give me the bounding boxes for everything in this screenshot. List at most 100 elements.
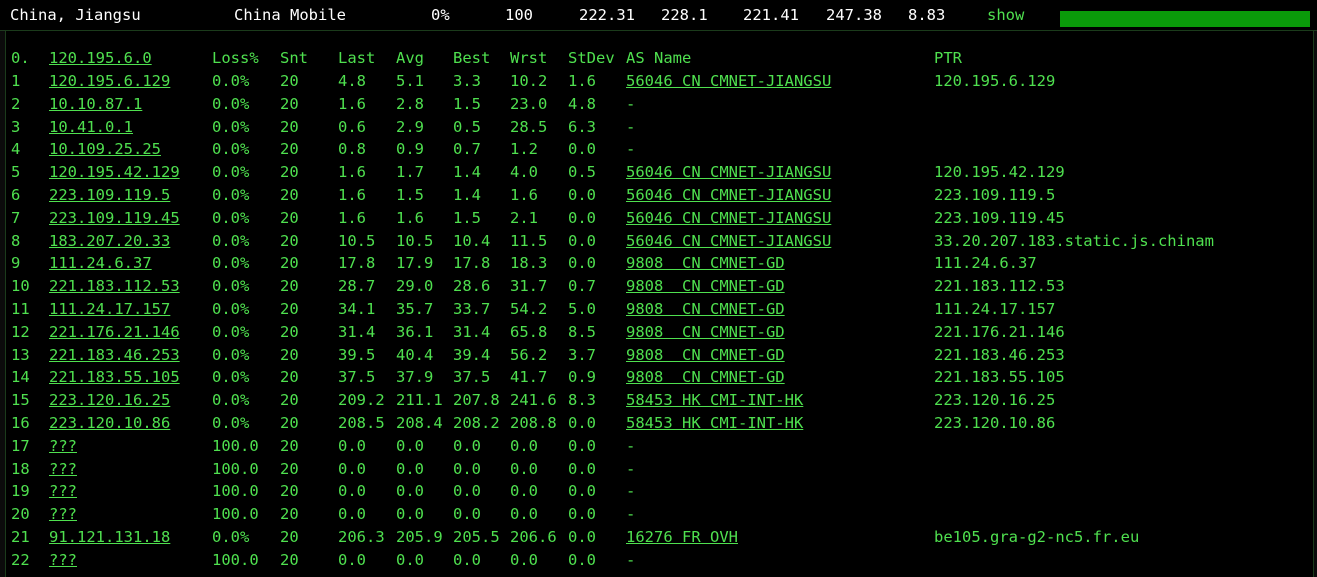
hop-index: 18 <box>11 459 30 478</box>
hop-as-name[interactable]: 56046 CN CMNET-JIANGSU <box>626 186 831 204</box>
loss-progress-bar <box>1060 11 1310 27</box>
hop-worst: 241.6 <box>510 391 557 410</box>
table-row: 9 111.24.6.37 0.0% 20 17.8 17.9 17.8 18.3 0.0 980… <box>6 252 1306 274</box>
hop-best: 0.0 <box>453 436 481 455</box>
hop-as-name[interactable]: 9808 CN CMNET-GD <box>626 346 785 364</box>
hop-sent: 20 <box>280 368 299 387</box>
hop-stdev: 0.0 <box>568 231 596 250</box>
hop-host-link[interactable]: ??? <box>49 460 77 478</box>
hop-sent: 20 <box>280 505 299 524</box>
hop-sent: 20 <box>280 231 299 250</box>
hop-sent: 20 <box>280 550 299 569</box>
summary-worst: 247.38 <box>826 6 882 24</box>
hop-loss: 0.0% <box>212 163 250 182</box>
hop-worst: 28.5 <box>510 117 548 136</box>
hop-as-name[interactable]: 9808 CN CMNET-GD <box>626 254 785 272</box>
hop-worst: 18.3 <box>510 254 548 273</box>
hop-host-link[interactable]: 120.195.42.129 <box>49 163 180 181</box>
hop-host-link[interactable]: 223.109.119.5 <box>49 186 170 204</box>
hop-stdev: 0.0 <box>568 186 596 204</box>
hop-host-link[interactable]: 221.183.55.105 <box>49 368 180 386</box>
hop-host-link[interactable]: 10.41.0.1 <box>49 118 133 136</box>
hop-last: 1.6 <box>338 94 366 113</box>
hop-stdev: 4.8 <box>568 94 596 113</box>
hop-host-link[interactable]: 111.24.17.157 <box>49 300 170 318</box>
hop-as-name[interactable]: 56046 CN CMNET-JIANGSU <box>626 209 831 227</box>
hop-best: 1.5 <box>453 94 481 113</box>
hop-best: 0.0 <box>453 505 481 524</box>
table-row: 5 120.195.42.129 0.0% 20 1.6 1.7 1.4 4.0 0.5 5604… <box>6 161 1306 183</box>
hop-loss: 100.0 <box>212 482 259 501</box>
hop-host-link[interactable]: ??? <box>49 505 77 523</box>
hop-loss: 0.0% <box>212 140 250 159</box>
hop-worst: 2.1 <box>510 208 538 227</box>
hop-host-link[interactable]: 223.109.119.45 <box>49 209 180 227</box>
summary-sent: 100 <box>505 6 533 24</box>
hop-as-name[interactable]: 56046 CN CMNET-JIANGSU <box>626 72 831 90</box>
hop-as-name[interactable]: 9808 CN CMNET-GD <box>626 368 785 386</box>
hop-last: 10.5 <box>338 231 376 250</box>
hop-host-link[interactable]: 223.120.10.86 <box>49 414 170 432</box>
header-target-host[interactable]: 120.195.6.0 <box>49 49 152 67</box>
hop-stdev: 0.0 <box>568 505 596 524</box>
hop-as-name[interactable]: 9808 CN CMNET-GD <box>626 323 785 341</box>
hop-last: 1.6 <box>338 208 366 227</box>
hop-worst: 11.5 <box>510 231 548 250</box>
hop-best: 205.5 <box>453 528 500 546</box>
hop-ptr: 120.195.42.129 <box>934 163 1065 182</box>
hop-index: 17 <box>11 436 30 455</box>
hop-sent: 20 <box>280 436 299 455</box>
hop-host-link[interactable]: 223.120.16.25 <box>49 391 170 409</box>
table-row: 11 111.24.17.157 0.0% 20 34.1 35.7 33.7 54.2 5.0… <box>6 298 1306 320</box>
hop-host-link[interactable]: 91.121.131.18 <box>49 528 170 546</box>
table-row: 10 221.183.112.53 0.0% 20 28.7 29.0 28.6 31.7 0.… <box>6 275 1306 297</box>
hop-sent: 20 <box>280 482 299 501</box>
hop-as-name[interactable]: 9808 CN CMNET-GD <box>626 277 785 295</box>
hop-as-name[interactable]: 56046 CN CMNET-JIANGSU <box>626 163 831 181</box>
hop-as-name[interactable]: 58453 HK CMI-INT-HK <box>626 414 803 432</box>
hop-last: 1.6 <box>338 163 366 182</box>
hop-as-name[interactable]: 58453 HK CMI-INT-HK <box>626 391 803 409</box>
header-stdev: StDev <box>568 49 615 67</box>
hop-host-link[interactable]: 221.183.112.53 <box>49 277 180 295</box>
hop-host-link[interactable]: ??? <box>49 482 77 500</box>
hop-avg: 0.0 <box>396 459 424 478</box>
table-row: 22??? 100.0 20 0.0 0.0 0.0 0.0 0.0 - <box>6 549 1306 571</box>
hop-best: 208.2 <box>453 414 500 432</box>
hop-host-link[interactable]: 111.24.6.37 <box>49 254 152 272</box>
hop-index: 4 <box>11 140 21 159</box>
hop-stdev: 1.6 <box>568 72 596 90</box>
hop-as-name[interactable]: 16276 FR OVH <box>626 528 738 546</box>
hop-host-link[interactable]: 10.10.87.1 <box>49 95 142 113</box>
hop-avg: 0.0 <box>396 436 424 455</box>
hop-worst: 1.6 <box>510 186 538 204</box>
hop-host-link[interactable]: 221.183.46.253 <box>49 346 180 364</box>
hop-as-name[interactable]: 9808 CN CMNET-GD <box>626 300 785 318</box>
hop-avg: 211.1 <box>396 391 443 410</box>
hop-last: 28.7 <box>338 277 376 296</box>
hop-loss: 0.0% <box>212 208 250 227</box>
hop-host-link[interactable]: ??? <box>49 551 77 569</box>
table-row: 18??? 100.0 20 0.0 0.0 0.0 0.0 0.0 - <box>6 458 1306 480</box>
hop-host-link[interactable]: 120.195.6.129 <box>49 72 170 90</box>
hop-host-link[interactable]: 221.176.21.146 <box>49 323 180 341</box>
hop-loss: 0.0% <box>212 186 250 204</box>
hop-as-name: - <box>626 482 636 501</box>
hop-index: 15 <box>11 391 30 410</box>
hop-host-link[interactable]: 183.207.20.33 <box>49 232 170 250</box>
show-link[interactable]: show <box>987 6 1024 24</box>
hop-best: 17.8 <box>453 254 491 273</box>
hop-host-link[interactable]: 10.109.25.25 <box>49 140 161 158</box>
hop-sent: 20 <box>280 186 299 204</box>
hop-stdev: 0.0 <box>568 140 596 159</box>
hop-worst: 208.8 <box>510 414 557 432</box>
hop-as-name: - <box>626 550 636 569</box>
header-avg: Avg <box>396 49 424 67</box>
table-row: 14 221.183.55.105 0.0% 20 37.5 37.9 37.5 41.7 0.… <box>6 366 1306 388</box>
hop-sent: 20 <box>280 322 299 341</box>
hop-index: 1 <box>11 72 21 90</box>
hop-as-name[interactable]: 56046 CN CMNET-JIANGSU <box>626 232 831 250</box>
table-row: 20??? 100.0 20 0.0 0.0 0.0 0.0 0.0 - <box>6 503 1306 525</box>
hop-worst: 0.0 <box>510 550 538 569</box>
hop-host-link[interactable]: ??? <box>49 437 77 455</box>
